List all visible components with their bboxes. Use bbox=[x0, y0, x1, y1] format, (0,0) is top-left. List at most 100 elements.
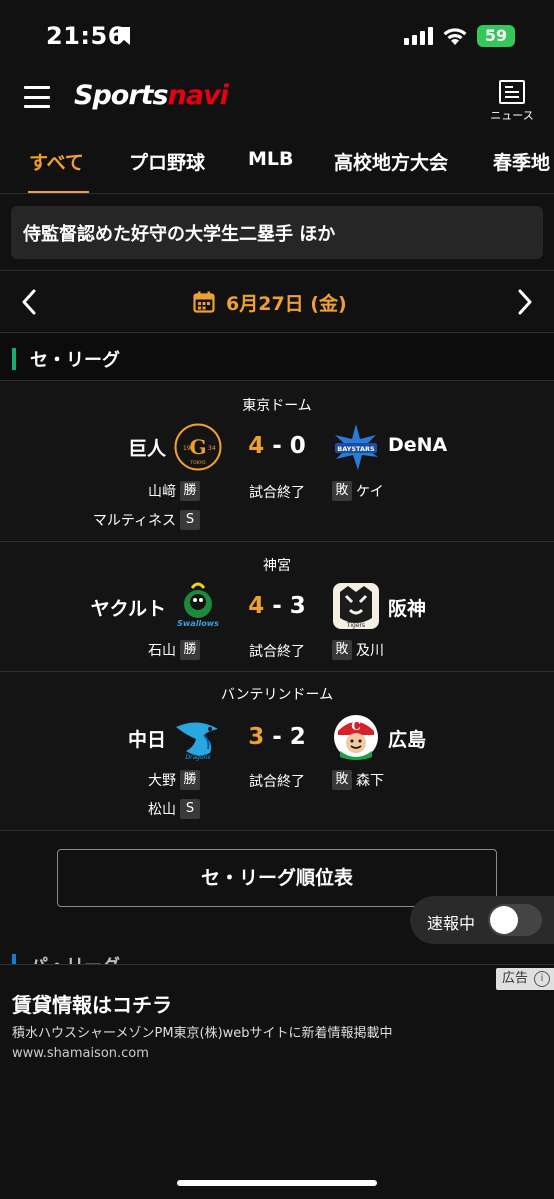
svg-text:Dragons: Dragons bbox=[185, 754, 210, 761]
svg-text:BAYSTARS: BAYSTARS bbox=[337, 445, 375, 453]
losing-pitcher: 敗 森下 bbox=[332, 770, 384, 790]
home-indicator[interactable] bbox=[177, 1180, 377, 1186]
score: 3 - 2 bbox=[240, 724, 314, 750]
svg-text:19: 19 bbox=[183, 445, 191, 452]
lose-tag: 敗 bbox=[332, 770, 352, 790]
league-title: セ・リーグ bbox=[30, 350, 120, 371]
lose-tag: 敗 bbox=[332, 640, 352, 660]
losing-pitcher-name: 及川 bbox=[356, 643, 384, 659]
ad-headline[interactable]: 賃貸情報はコチラ bbox=[12, 989, 172, 1018]
score-separator: - bbox=[272, 724, 282, 750]
win-tag: 勝 bbox=[180, 770, 200, 790]
winning-pitcher: 大野 勝 bbox=[148, 770, 200, 790]
venue: 東京ドーム bbox=[242, 398, 312, 414]
away-team-name: 広島 bbox=[388, 729, 427, 751]
svg-text:C: C bbox=[351, 719, 361, 733]
tab-mlb[interactable]: MLB bbox=[248, 148, 294, 170]
live-updates-toggle-panel: 速報中 bbox=[410, 896, 554, 944]
score-separator: - bbox=[272, 593, 282, 619]
status-bar: 21:56 59 bbox=[0, 0, 554, 70]
app-header: Sportsnavi ニュース bbox=[0, 70, 554, 128]
logo-text-navi: navi bbox=[167, 80, 229, 111]
giants-logo-icon: G 19 34 TOKYO bbox=[174, 423, 222, 471]
league-color-bar bbox=[12, 348, 16, 370]
save-tag: S bbox=[180, 510, 200, 530]
game-status: 試合終了 bbox=[249, 485, 305, 501]
game-card[interactable]: 神宮 ヤクルト Swallows 4 - 3 Tigers 阪神 石山 勝 試合… bbox=[0, 542, 554, 672]
home-team-name: ヤクルト bbox=[90, 598, 166, 620]
lose-tag: 敗 bbox=[332, 481, 352, 501]
news-label: ニュース bbox=[490, 109, 534, 122]
score: 4 - 0 bbox=[240, 433, 314, 459]
svg-text:Swallows: Swallows bbox=[177, 619, 219, 628]
newspaper-icon bbox=[499, 80, 525, 104]
live-updates-toggle[interactable] bbox=[488, 904, 542, 936]
svg-text:Tigers: Tigers bbox=[346, 622, 365, 629]
score: 4 - 3 bbox=[240, 593, 314, 619]
game-card[interactable]: バンテリンドーム 中日 Dragons 3 - 2 C 広島 大野 勝 試合終了… bbox=[0, 672, 554, 831]
league-header-central: セ・リーグ bbox=[0, 334, 554, 381]
ad-badge[interactable]: 広告 i bbox=[496, 968, 554, 990]
winning-pitcher: 石山 勝 bbox=[148, 640, 200, 660]
home-score: 3 bbox=[248, 724, 265, 750]
winning-pitcher-name: 山﨑 bbox=[148, 484, 176, 500]
baystars-logo-icon: BAYSTARS bbox=[335, 424, 378, 470]
game-card[interactable]: 東京ドーム 巨人 G 19 34 TOKYO 4 - 0 BAYSTARS De… bbox=[0, 382, 554, 542]
winning-pitcher-name: 大野 bbox=[148, 773, 176, 789]
home-team-name: 中日 bbox=[127, 729, 166, 751]
league-header-pacific: パ・リーグ bbox=[0, 950, 554, 964]
info-icon: i bbox=[534, 971, 550, 987]
losing-pitcher-name: 森下 bbox=[356, 773, 384, 789]
carp-logo-icon: C bbox=[334, 715, 378, 760]
chevron-right-icon[interactable] bbox=[516, 289, 534, 315]
menu-icon[interactable] bbox=[24, 86, 50, 108]
wifi-icon bbox=[443, 28, 467, 45]
category-tabs: すべて プロ野球 MLB 高校地方大会 春季地 bbox=[0, 138, 554, 194]
tab-all[interactable]: すべて bbox=[29, 148, 84, 175]
venue: バンテリンドーム bbox=[220, 687, 334, 703]
svg-text:TOKYO: TOKYO bbox=[189, 460, 206, 466]
away-score: 2 bbox=[289, 724, 306, 750]
away-team-name: 阪神 bbox=[388, 598, 427, 620]
away-score: 0 bbox=[289, 433, 306, 459]
date-navigator: 6月27日 (金) bbox=[0, 271, 554, 333]
win-tag: 勝 bbox=[180, 640, 200, 660]
active-tab-indicator bbox=[28, 191, 89, 193]
game-status: 試合終了 bbox=[249, 644, 305, 660]
sportsnavi-logo[interactable]: Sportsnavi bbox=[74, 80, 229, 111]
bookmark-icon bbox=[118, 27, 130, 45]
losing-pitcher-name: ケイ bbox=[356, 484, 384, 500]
toggle-knob bbox=[490, 906, 518, 934]
away-score: 3 bbox=[289, 593, 306, 619]
svg-text:G: G bbox=[189, 435, 206, 459]
live-updates-label: 速報中 bbox=[427, 914, 476, 933]
league-title: パ・リーグ bbox=[30, 952, 120, 964]
calendar-icon bbox=[193, 291, 215, 313]
winning-pitcher-name: 石山 bbox=[148, 643, 176, 659]
ad-url[interactable]: www.shamaison.com bbox=[12, 1046, 149, 1061]
save-pitcher-name: 松山 bbox=[148, 802, 176, 818]
tab-pro-baseball[interactable]: プロ野球 bbox=[129, 148, 205, 175]
battery-level: 59 bbox=[484, 26, 508, 45]
tab-spring[interactable]: 春季地 bbox=[493, 148, 550, 175]
dragons-logo-icon: Dragons bbox=[176, 722, 218, 761]
home-team-name: 巨人 bbox=[127, 438, 166, 460]
losing-pitcher: 敗 ケイ bbox=[332, 481, 384, 501]
tab-high-school-regional[interactable]: 高校地方大会 bbox=[334, 148, 448, 175]
save-tag: S bbox=[180, 799, 200, 819]
ad-banner[interactable]: 広告 i 賃貸情報はコチラ 積水ハウスシャーメゾンPM東京(株)webサイトに新… bbox=[0, 964, 554, 1199]
tigers-logo-icon: Tigers bbox=[333, 583, 379, 629]
svg-text:34: 34 bbox=[208, 445, 216, 452]
status-time: 21:56 bbox=[46, 22, 125, 50]
headline-banner[interactable]: 侍監督認めた好守の大学生二塁手 ほか bbox=[11, 206, 543, 259]
news-button[interactable]: ニュース bbox=[490, 80, 534, 126]
save-pitcher: 松山 S bbox=[148, 799, 200, 819]
ad-description: 積水ハウスシャーメゾンPM東京(株)webサイトに新着情報掲載中 bbox=[12, 1026, 393, 1041]
game-status: 試合終了 bbox=[249, 774, 305, 790]
current-date[interactable]: 6月27日 (金) bbox=[226, 289, 347, 316]
cellular-signal-icon bbox=[404, 27, 433, 45]
home-score: 4 bbox=[248, 433, 265, 459]
venue: 神宮 bbox=[263, 558, 291, 574]
chevron-left-icon[interactable] bbox=[20, 289, 38, 315]
score-separator: - bbox=[272, 433, 282, 459]
